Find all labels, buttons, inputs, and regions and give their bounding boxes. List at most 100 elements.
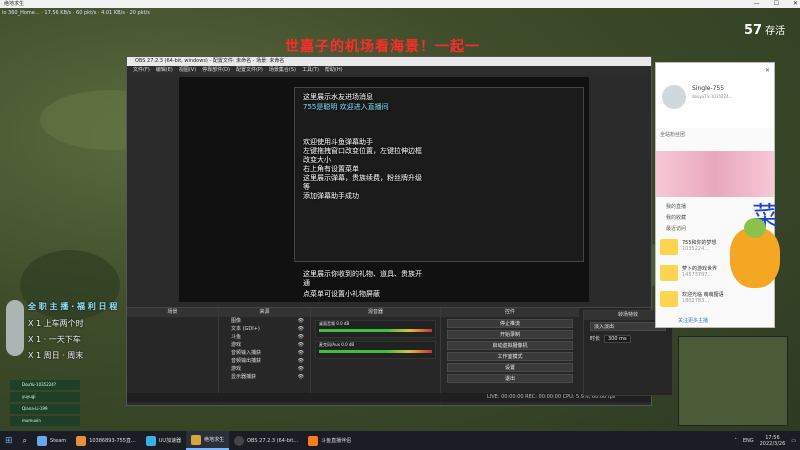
- danmu-line: 这里展示你收到的礼物、道具、贵族开: [303, 270, 422, 278]
- taskbar-item-uu[interactable]: UU加速器: [141, 431, 186, 450]
- mixer-channel: 桌面音频 0.0 dB: [315, 320, 436, 338]
- menu-edit[interactable]: 编辑(E): [156, 66, 173, 75]
- steam-icon: [37, 435, 48, 446]
- item-title: 755和你的梦想: [682, 240, 717, 246]
- viewer-row: DouYu-1035224?: [10, 380, 80, 390]
- studio-mode-button[interactable]: 工作室模式: [447, 352, 573, 361]
- clock-date: 2022/3/26: [759, 440, 786, 447]
- source-item[interactable]: 图像 👁: [219, 317, 310, 325]
- clock[interactable]: 17:56 2022/3/26: [760, 435, 786, 447]
- danmu-line: 通: [303, 279, 310, 287]
- mixer-channel-label: 桌面音频 0.0 dB: [319, 321, 350, 326]
- source-item[interactable]: 音频输出捕获 👁: [219, 357, 310, 365]
- network-monitor: lo 360_Home... · 17.56 KB/s · 60 pkt/s ·…: [2, 10, 150, 16]
- schedule-title: 全 职 主 播 · 福 利 日 程: [28, 302, 118, 311]
- taskbar-item-pubg[interactable]: 绝地求生: [186, 431, 230, 450]
- source-item[interactable]: 游戏 👁: [219, 341, 310, 349]
- duration-label: 时长: [590, 336, 601, 342]
- alive-label: 存活: [765, 26, 786, 37]
- menu-scene-collection[interactable]: 场景集合(S): [269, 66, 296, 75]
- list-item[interactable]: 欢迎光临 萌萌狸语 1802783...: [660, 291, 770, 309]
- taskbar-item-douyu[interactable]: 斗鱼直播伴侣: [303, 431, 356, 450]
- item-thumbnail: [660, 239, 678, 255]
- item-sub: 1802783...: [682, 298, 710, 304]
- exit-button[interactable]: 退出: [447, 374, 573, 383]
- settings-button[interactable]: 设置: [447, 363, 573, 372]
- douyu-section-label: 全站粉丝团: [660, 132, 686, 138]
- danmu-line: 点菜单可设置小礼物屏蔽: [303, 290, 380, 298]
- danmu-line: 这里展示水友进场消息: [303, 93, 373, 101]
- schedule-line: X 1 上车两个时: [28, 319, 84, 328]
- obs-docks: 场景 来源 图像 👁 文本 (GDI+) 👁 斗鱼 👁 游戏 👁 音频输入捕获 👁 音频输…: [127, 307, 651, 403]
- start-button[interactable]: ⊞: [0, 431, 18, 450]
- douyu-menu-live[interactable]: 我的直播: [666, 203, 686, 210]
- avatar-character: [6, 300, 24, 356]
- douyu-footer-link[interactable]: 关注更多主播: [678, 317, 708, 324]
- start-recording-button[interactable]: 开始录制: [447, 330, 573, 339]
- taskbar-item-obs[interactable]: OBS 27.2.3 (64-bit...: [229, 431, 303, 450]
- search-icon[interactable]: ⌕: [18, 431, 32, 450]
- obs-window: OBS 27.2.3 (64-bit, windows) - 配置文件: 未命名…: [126, 56, 652, 406]
- maximize-icon[interactable]: ☐: [774, 0, 779, 8]
- viewer-row: Qiana-Li-199: [10, 404, 80, 414]
- game-icon: [191, 434, 202, 445]
- danmu-line: 755是聪明 欢迎进入直播间: [303, 103, 389, 111]
- stream-overlay-title: 世嘉子的机场看海景！一起一: [285, 39, 480, 55]
- taskbar-item-browser[interactable]: 10386893-755直...: [71, 431, 141, 450]
- menu-docks[interactable]: 停靠部件(D): [202, 66, 230, 75]
- douyu-banner[interactable]: [656, 151, 774, 197]
- obs-icon: [234, 435, 245, 446]
- douyu-menu-favorites[interactable]: 我的收藏: [666, 214, 686, 221]
- mascot-image: [730, 218, 780, 288]
- close-icon[interactable]: ✕: [765, 67, 770, 74]
- chevron-up-icon[interactable]: ˄: [734, 438, 737, 444]
- douyu-panel: Single-755 douyuTV-1035224... ✕ 全站粉丝团 我的…: [655, 62, 775, 328]
- window-controls: — ☐ ✕: [754, 0, 798, 8]
- viewer-row: yuyugi: [10, 392, 80, 402]
- mixer-channel-label: 麦克风/Aux 0.0 dB: [319, 342, 355, 347]
- controls-dock: 控件 停止推流 开始录制 启动虚拟摄像机 工作室模式 设置 退出: [441, 308, 579, 403]
- menu-tools[interactable]: 工具(T): [302, 66, 319, 75]
- alive-counter: 57 存活: [744, 22, 785, 38]
- item-sub: 14573797...: [682, 272, 713, 278]
- controls-title: 控件: [441, 308, 579, 317]
- danmu-line: 这里展示弹幕，贵族续费，粉丝牌升级: [303, 174, 422, 182]
- volume-meter: [319, 329, 432, 332]
- mixer-dock: 混音器 桌面音频 0.0 dB 麦克风/Aux 0.0 dB: [311, 308, 441, 403]
- scenes-title: 场景: [127, 308, 218, 317]
- menu-view[interactable]: 视图(V): [179, 66, 196, 75]
- notification-icon[interactable]: ▭: [791, 438, 796, 444]
- avatar[interactable]: [662, 85, 686, 109]
- language-indicator[interactable]: ENG: [743, 438, 754, 444]
- douyu-menu-recent[interactable]: 最近访问: [666, 225, 686, 232]
- scenes-dock: 场景: [127, 308, 219, 403]
- source-item[interactable]: 显示器捕获 👁: [219, 373, 310, 381]
- duration-input[interactable]: 300 ms: [604, 335, 631, 343]
- browser-icon: [76, 435, 87, 446]
- schedule-line: X 1 周日 · 周末: [28, 351, 84, 360]
- menu-file[interactable]: 文件(F): [133, 66, 150, 75]
- source-item[interactable]: 音频输入捕获 👁: [219, 349, 310, 357]
- system-tray: ˄ ENG 17:56 2022/3/26 ▭: [734, 431, 796, 450]
- obs-titlebar: OBS 27.2.3 (64-bit, windows) - 配置文件: 未命名…: [127, 57, 651, 66]
- stop-streaming-button[interactable]: 停止推流: [447, 319, 573, 328]
- minimize-icon[interactable]: —: [754, 0, 760, 8]
- item-title: 欢迎光临 萌萌狸语: [682, 292, 724, 298]
- douyu-userid: douyuTV-1035224...: [692, 94, 733, 99]
- virtual-camera-button[interactable]: 启动虚拟摄像机: [447, 341, 573, 350]
- source-item[interactable]: 文本 (GDI+) 👁: [219, 325, 310, 333]
- close-icon[interactable]: ✕: [793, 0, 798, 8]
- transition-duration-row: 时长 300 ms: [584, 333, 672, 345]
- menu-help[interactable]: 帮助(H): [325, 66, 343, 75]
- viewer-row: mumuxin: [10, 416, 80, 426]
- game-minimap: [678, 336, 788, 426]
- uu-icon: [145, 435, 156, 446]
- window-titlebar: 绝地求生: [0, 0, 800, 8]
- source-item[interactable]: 斗鱼 👁: [219, 333, 310, 341]
- menu-profile[interactable]: 配置文件(P): [236, 66, 263, 75]
- taskbar-item-steam[interactable]: Steam: [32, 431, 71, 450]
- douyu-icon: [308, 435, 319, 446]
- mixer-channel: 麦克风/Aux 0.0 dB: [315, 341, 436, 359]
- douyu-profile: Single-755 douyuTV-1035224... ✕: [656, 63, 774, 128]
- source-item[interactable]: 游戏 👁: [219, 365, 310, 373]
